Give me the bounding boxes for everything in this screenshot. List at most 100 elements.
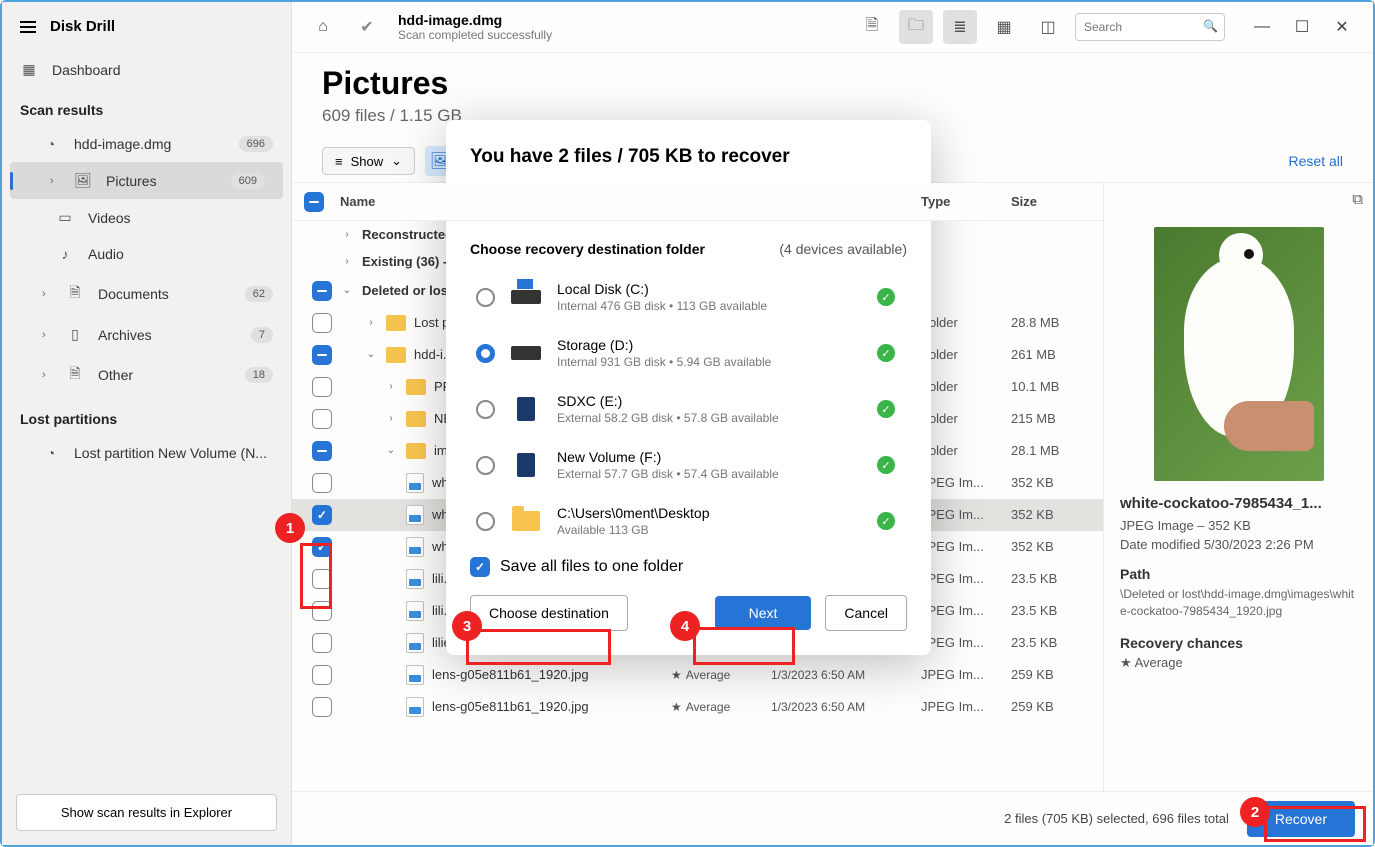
row-checkbox[interactable] xyxy=(312,345,332,365)
grid-icon: ▦ xyxy=(20,61,38,78)
sidebar-item-videos[interactable]: ▭ Videos xyxy=(2,199,291,236)
sidebar: Disk Drill ▦ Dashboard Scan results ◔ hd… xyxy=(2,2,292,845)
folder-icon xyxy=(406,379,426,395)
next-button[interactable]: Next xyxy=(715,596,812,630)
sidebar-item-lost-partition[interactable]: ◔ Lost partition New Volume (N... xyxy=(2,435,291,471)
device-sub: Available 113 GB xyxy=(557,523,863,537)
device-row[interactable]: New Volume (F:)External 57.7 GB disk • 5… xyxy=(470,437,901,493)
radio-button[interactable] xyxy=(476,288,495,307)
chevron-right-icon[interactable]: › xyxy=(340,256,354,267)
star-icon: ★ xyxy=(671,700,682,714)
sidebar-item-label: Dashboard xyxy=(52,62,121,78)
col-size[interactable]: Size xyxy=(1011,194,1091,209)
video-icon: ▭ xyxy=(56,209,74,226)
annotation-callout-1: 1 xyxy=(275,513,305,543)
open-external-icon[interactable]: ⧉ xyxy=(1352,191,1363,208)
radio-button[interactable] xyxy=(476,512,495,531)
row-checkbox[interactable] xyxy=(312,441,332,461)
menu-icon[interactable] xyxy=(20,21,36,33)
sidebar-item-label: Archives xyxy=(98,327,152,343)
device-row[interactable]: C:\Users\0ment\DesktopAvailable 113 GB ✓ xyxy=(470,493,901,539)
sidebar-item-archives[interactable]: › ▯ Archives 7 xyxy=(2,316,291,353)
choose-destination-button[interactable]: Choose destination xyxy=(470,595,628,631)
chevron-right-icon[interactable]: › xyxy=(364,317,378,328)
device-row[interactable]: SDXC (E:)External 58.2 GB disk • 57.8 GB… xyxy=(470,381,901,437)
chevron-down-icon[interactable]: ⌄ xyxy=(340,285,354,296)
row-checkbox[interactable] xyxy=(312,665,332,685)
annotation-box-2 xyxy=(1264,806,1366,842)
jpeg-file-icon xyxy=(406,537,424,557)
close-button[interactable]: ✕ xyxy=(1325,12,1359,42)
jpeg-file-icon xyxy=(406,569,424,589)
chevron-right-icon: › xyxy=(50,175,60,187)
row-checkbox[interactable] xyxy=(312,473,332,493)
count-badge: 18 xyxy=(245,367,273,383)
preview-modified: Date modified 5/30/2023 2:26 PM xyxy=(1120,537,1357,552)
row-checkbox[interactable] xyxy=(312,633,332,653)
reset-all-link[interactable]: Reset all xyxy=(1289,153,1343,169)
windows-drive-icon xyxy=(511,290,541,304)
chevron-right-icon[interactable]: › xyxy=(384,413,398,424)
grid-view-icon[interactable]: ▦ xyxy=(987,10,1021,44)
chevron-down-icon[interactable]: ⌄ xyxy=(384,445,398,456)
row-checkbox[interactable] xyxy=(312,313,332,333)
topbar: ⌂ ✔ hdd-image.dmg Scan completed success… xyxy=(292,2,1373,53)
sidebar-heading-lost: Lost partitions xyxy=(2,397,291,435)
panel-icon[interactable]: ◫ xyxy=(1031,10,1065,44)
chevron-down-icon: ⌄ xyxy=(391,153,402,169)
check-icon: ✔ xyxy=(350,10,384,44)
count-badge: 696 xyxy=(239,136,273,152)
preview-recovery-label: Recovery chances xyxy=(1120,635,1357,651)
chevron-right-icon: › xyxy=(42,369,52,381)
file-row[interactable]: lens-g05e811b61_1920.jpg ★Average 1/3/20… xyxy=(292,691,1103,723)
col-type[interactable]: Type xyxy=(921,194,1011,209)
sidebar-item-documents[interactable]: › 🗎 Documents 62 xyxy=(2,272,291,316)
cancel-button[interactable]: Cancel xyxy=(825,595,907,631)
preview-panel: ⧉ white-cockatoo-7985434_1... JPEG Image… xyxy=(1103,183,1373,791)
preview-path: \Deleted or lost\hdd-image.dmg\images\wh… xyxy=(1120,586,1357,621)
search-icon: 🔍 xyxy=(1203,19,1218,33)
sidebar-item-pictures[interactable]: › 🖼 Pictures 609 xyxy=(10,162,283,199)
minimize-button[interactable]: — xyxy=(1245,12,1279,42)
col-name[interactable]: Name xyxy=(340,194,671,209)
select-all-checkbox[interactable] xyxy=(304,192,324,212)
device-row[interactable]: Storage (D:)Internal 931 GB disk • 5.94 … xyxy=(470,325,901,381)
sidebar-item-dashboard[interactable]: ▦ Dashboard xyxy=(2,51,291,88)
show-filter-button[interactable]: ≡ Show ⌄ xyxy=(322,147,415,175)
radio-button[interactable] xyxy=(476,344,495,363)
radio-button[interactable] xyxy=(476,400,495,419)
sidebar-item-audio[interactable]: ♪ Audio xyxy=(2,236,291,272)
jpeg-file-icon xyxy=(406,505,424,525)
row-checkbox[interactable] xyxy=(312,377,332,397)
drive-icon xyxy=(511,346,541,360)
chevron-down-icon[interactable]: ⌄ xyxy=(364,349,378,360)
sidebar-item-label: Pictures xyxy=(106,173,157,189)
folder-icon[interactable]: 🗀 xyxy=(899,10,933,44)
row-checkbox[interactable]: ✓ xyxy=(312,505,332,525)
list-view-icon[interactable]: ≣ xyxy=(943,10,977,44)
device-row[interactable]: Local Disk (C:)Internal 476 GB disk • 11… xyxy=(470,269,901,325)
star-icon: ★ xyxy=(1120,655,1132,670)
sidebar-item-other[interactable]: › 🗎 Other 18 xyxy=(2,353,291,397)
app-title: Disk Drill xyxy=(50,18,115,35)
file-icon[interactable]: 🗎 xyxy=(855,10,889,44)
star-icon: ★ xyxy=(671,668,682,682)
row-checkbox[interactable] xyxy=(312,281,332,301)
maximize-button[interactable]: ☐ xyxy=(1285,12,1319,42)
chevron-right-icon[interactable]: › xyxy=(384,381,398,392)
show-in-explorer-button[interactable]: Show scan results in Explorer xyxy=(16,794,277,831)
jpeg-file-icon xyxy=(406,665,424,685)
modal-choose-label: Choose recovery destination folder xyxy=(470,241,705,257)
chevron-right-icon[interactable]: › xyxy=(340,229,354,240)
row-checkbox[interactable] xyxy=(312,409,332,429)
file-icon: 🗎 xyxy=(66,363,84,387)
radio-button[interactable] xyxy=(476,456,495,475)
sidebar-item-disk[interactable]: ◔ hdd-image.dmg 696 xyxy=(2,126,291,162)
ok-icon: ✓ xyxy=(877,288,895,306)
annotation-box-4 xyxy=(693,627,795,665)
jpeg-file-icon xyxy=(406,633,424,653)
home-icon[interactable]: ⌂ xyxy=(306,10,340,44)
device-sub: External 58.2 GB disk • 57.8 GB availabl… xyxy=(557,411,863,425)
row-checkbox[interactable] xyxy=(312,697,332,717)
save-one-folder-checkbox[interactable]: ✓ xyxy=(470,557,490,577)
